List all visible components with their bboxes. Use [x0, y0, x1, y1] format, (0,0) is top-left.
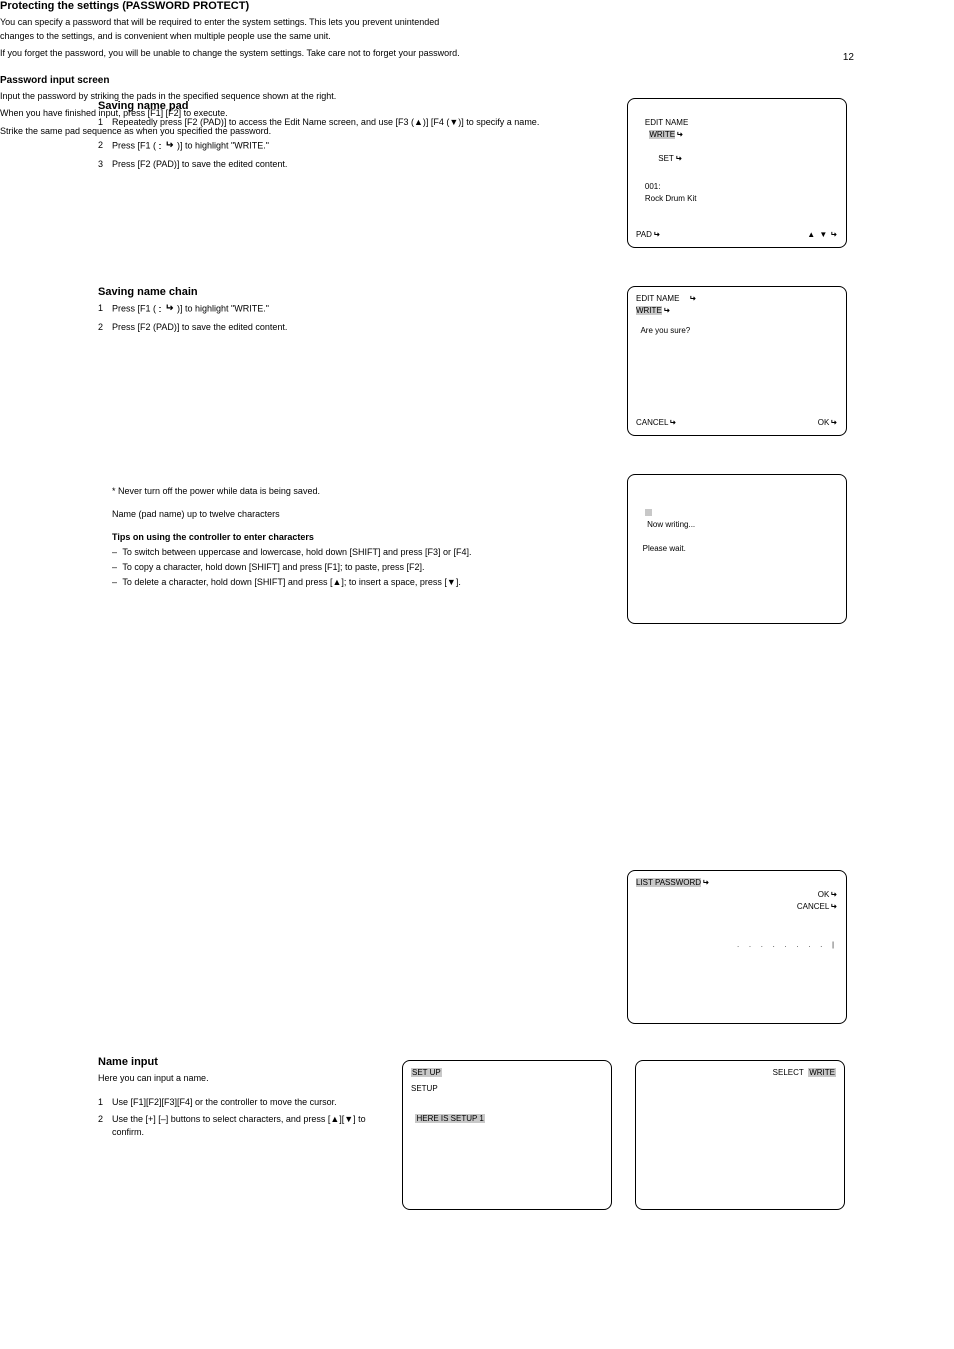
tips-heading: Tips on using the controller to enter ch… [112, 531, 598, 544]
section-saving-name-pad: Saving name pad 1 Repeatedly press [F2 (… [98, 100, 598, 171]
screen-label: SETUP [411, 1084, 438, 1093]
tips-item: To delete a character, hold down [SHIFT]… [112, 576, 598, 589]
tips-item: To copy a character, hold down [SHIFT] a… [112, 561, 598, 574]
heading-name-input: Name input [98, 1056, 378, 1068]
screen-nav: ▲ ▼ [807, 230, 828, 239]
screen-status: Please wait. [643, 544, 686, 553]
screen-writing: Now writing... Please wait. [627, 474, 847, 624]
step-text-pre: Press [F1 ( [112, 141, 156, 151]
enter-icon [829, 229, 837, 241]
step-number: 2 [98, 139, 112, 154]
square-icon [645, 509, 652, 516]
enter-icon [830, 889, 837, 901]
step-number: 2 [98, 1113, 112, 1139]
page-number: 12 [843, 52, 854, 63]
colon-icon [159, 304, 162, 314]
step-text: Press [F2 (PAD)] to save the edited cont… [112, 158, 598, 171]
screen-password: LIST PASSWORD OK CANCEL . . . . . . . . … [627, 870, 847, 1024]
heading-password-input: Password input screen [0, 75, 460, 86]
screen-prompt: Are you sure? [640, 326, 690, 335]
screen-setup: SET UP SETUP HERE IS SETUP 1 [402, 1060, 612, 1210]
screen-title-highlight: SET UP [411, 1068, 442, 1077]
heading-password-protect: Protecting the settings (PASSWORD PROTEC… [0, 0, 460, 12]
screen-nav: CANCEL [636, 418, 668, 427]
paragraph: Here you can input a name. [98, 1072, 378, 1086]
screen-title: EDIT NAME [645, 118, 688, 127]
paragraph: You can specify a password that will be … [0, 16, 460, 43]
screen-nav: PAD [636, 230, 652, 239]
step-number: 1 [98, 116, 112, 129]
tips-intro: * Never turn off the power while data is… [112, 485, 598, 498]
password-dots: . . . . . . . . | [636, 941, 838, 952]
screen-edit-name-confirm: EDIT NAME WRITE Are you sure? CANCEL OK [627, 286, 847, 436]
enter-icon [669, 417, 676, 429]
step-text: Use the [+] [–] buttons to select charac… [112, 1113, 378, 1139]
step-text: Press [F2 (PAD)] to save the edited cont… [112, 321, 598, 334]
screen-value: 001: [645, 182, 661, 191]
screen-menu-highlight: WRITE [649, 130, 675, 139]
enter-icon [676, 129, 683, 141]
screen-select: SELECT WRITE [635, 1060, 845, 1210]
step-text-post: )] to highlight "WRITE." [177, 141, 269, 151]
step-text: Press [F1 ( )] to highlight "WRITE." [112, 302, 598, 317]
enter-icon [702, 877, 709, 889]
enter-icon [830, 417, 837, 429]
screen-value-highlight: HERE IS SETUP 1 [415, 1114, 484, 1123]
screen-label: SELECT [773, 1068, 804, 1077]
step-text-pre: Press [F1 ( [112, 304, 156, 314]
screen-menu: OK [818, 890, 830, 899]
screen-menu-highlight: WRITE [636, 306, 662, 315]
screen-menu-highlight: WRITE [808, 1068, 836, 1077]
heading-saving-name-chain: Saving name chain [98, 286, 598, 298]
screen-title-highlight: LIST PASSWORD [636, 878, 701, 887]
enter-icon [663, 305, 670, 317]
enter-icon [653, 229, 660, 241]
step-number: 2 [98, 321, 112, 334]
enter-icon [165, 302, 173, 317]
tips-line: Name (pad name) up to twelve characters [112, 508, 598, 521]
step-number: 1 [98, 302, 112, 317]
step-text: Press [F1 ( )] to highlight "WRITE." [112, 139, 598, 154]
tips-item: To switch between uppercase and lowercas… [112, 546, 598, 559]
enter-icon [689, 293, 696, 305]
enter-icon [675, 153, 682, 165]
section-saving-name-chain: Saving name chain 1 Press [F1 ( )] to hi… [98, 286, 598, 334]
section-name-input: Name input Here you can input a name. 1 … [98, 1056, 378, 1139]
heading-saving-name-pad: Saving name pad [98, 100, 598, 112]
step-number: 3 [98, 158, 112, 171]
screen-menu: CANCEL [797, 902, 829, 911]
step-number: 1 [98, 1096, 112, 1109]
step-text: Repeatedly press [F2 (PAD)] to access th… [112, 116, 598, 129]
screen-value: Rock Drum Kit [645, 194, 697, 203]
step-text-post: )] to highlight "WRITE." [177, 304, 269, 314]
screen-title: EDIT NAME [636, 294, 679, 303]
enter-icon [165, 139, 173, 154]
paragraph: If you forget the password, you will be … [0, 47, 460, 61]
enter-icon [830, 901, 837, 913]
colon-icon [159, 141, 162, 151]
section-tips: * Never turn off the power while data is… [98, 483, 598, 589]
screen-status: Now writing... [647, 520, 695, 529]
screen-edit-name: EDIT NAME WRITE SET 001: Rock Drum Kit P… [627, 98, 847, 248]
screen-nav: OK [818, 418, 830, 427]
screen-menu: SET [658, 154, 674, 163]
step-text: Use [F1][F2][F3][F4] or the controller t… [112, 1096, 378, 1109]
